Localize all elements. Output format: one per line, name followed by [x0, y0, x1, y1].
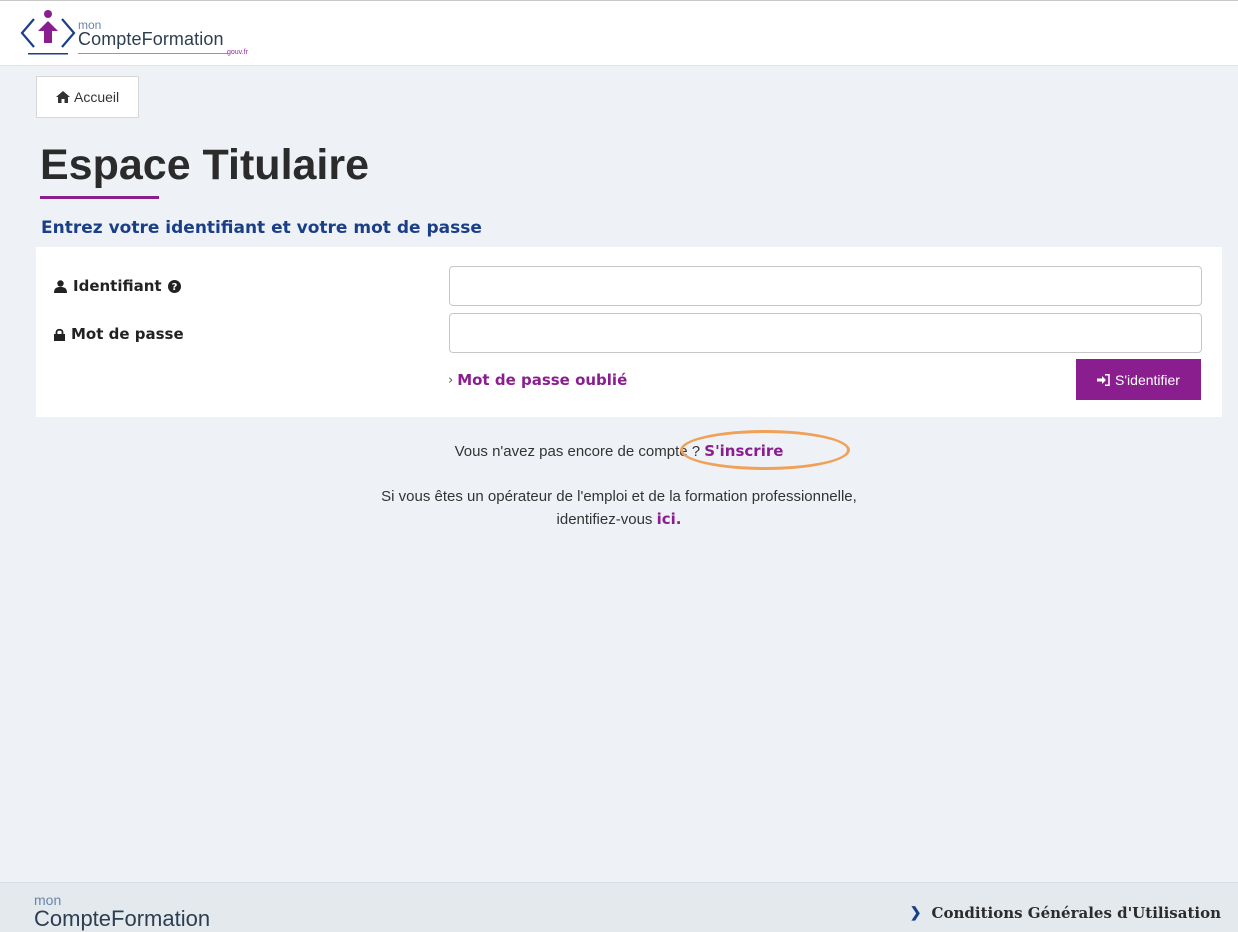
cgu-label: Conditions Générales d'Utilisation [931, 904, 1221, 922]
password-label: Mot de passe [54, 325, 184, 343]
operator-notice-line1: Si vous êtes un opérateur de l'emploi et… [381, 488, 857, 505]
signup-prompt-text: Vous n'avez pas encore de compte ? [454, 443, 701, 460]
logo-underline [78, 53, 228, 54]
question-circle-icon[interactable]: ? [167, 279, 181, 293]
site-header: mon CompteFormation gouv.fr [0, 0, 1238, 66]
operator-notice-line2: identifiez-vous ici. [0, 508, 1238, 531]
logo-domain: gouv.fr [227, 49, 248, 56]
identifier-label: Identifiant ? [54, 277, 181, 295]
footer-logo-name: CompteFormation [34, 906, 211, 931]
logo-name: CompteFormation [78, 29, 224, 49]
chevron-right-icon: › [448, 372, 454, 388]
cgu-link[interactable]: ❯ Conditions Générales d'Utilisation [910, 904, 1221, 922]
footer-logo-prefix: mon [34, 892, 62, 908]
operator-notice-prefix: identifiez-vous [556, 511, 653, 528]
home-icon [56, 91, 70, 103]
site-footer: mon CompteFormation ❯ Conditions Général… [0, 882, 1238, 932]
password-label-text: Mot de passe [71, 325, 184, 343]
breadcrumb-home-button[interactable]: Accueil [36, 76, 139, 118]
form-heading: Entrez votre identifiant et votre mot de… [41, 218, 482, 238]
chevron-right-icon: ❯ [909, 905, 922, 921]
operator-login-link[interactable]: ici. [657, 510, 682, 528]
login-button[interactable]: S'identifier [1076, 359, 1201, 400]
signup-link[interactable]: S'inscrire [704, 442, 783, 460]
site-logo[interactable]: mon CompteFormation gouv.fr [20, 9, 260, 61]
user-icon [54, 279, 67, 293]
breadcrumb-home-label: Accueil [74, 89, 120, 105]
operator-notice: Si vous êtes un opérateur de l'emploi et… [0, 486, 1238, 531]
forgot-password-label: Mot de passe oublié [457, 371, 628, 389]
signup-prompt: Vous n'avez pas encore de compte ? S'ins… [0, 442, 1238, 460]
forgot-password-link[interactable]: › Mot de passe oublié [448, 371, 627, 389]
identifier-label-text: Identifiant [73, 277, 162, 295]
password-input[interactable] [449, 313, 1202, 353]
login-form-panel: Identifiant ? Mot de passe › Mot de pass… [36, 247, 1222, 417]
sign-in-icon [1097, 373, 1110, 386]
svg-text:?: ? [171, 282, 177, 293]
title-underline [40, 196, 159, 199]
identifier-input[interactable] [449, 266, 1202, 306]
page-title: Espace Titulaire [40, 141, 370, 189]
login-button-label: S'identifier [1115, 371, 1180, 388]
lock-icon [54, 328, 65, 341]
logo-person-icon [20, 10, 76, 55]
